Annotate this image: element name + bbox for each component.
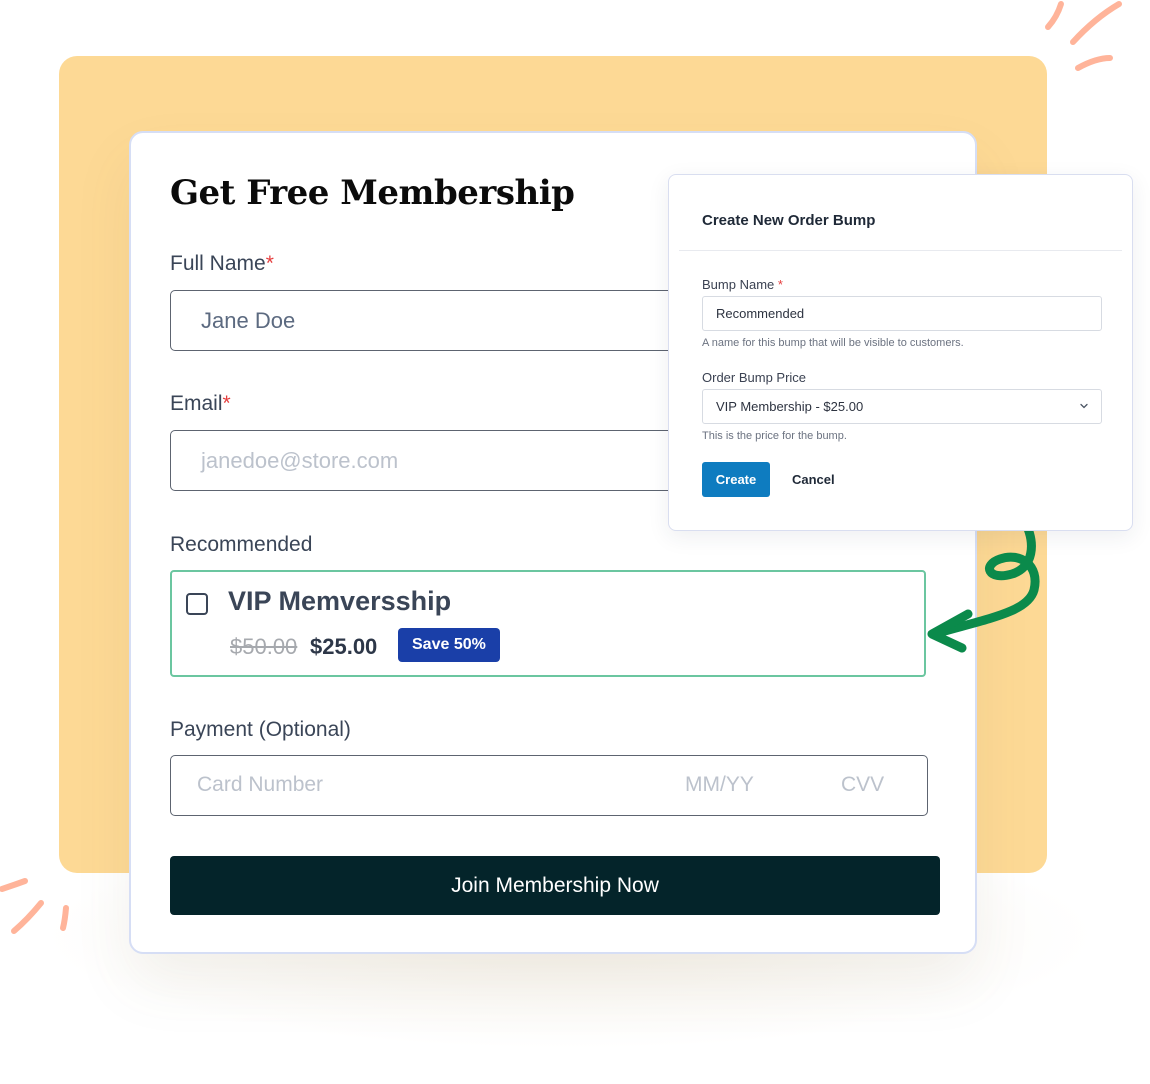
save-badge: Save 50% bbox=[398, 628, 500, 662]
email-placeholder: janedoe@store.com bbox=[201, 447, 399, 473]
required-asterisk: * bbox=[265, 252, 274, 275]
bump-product-name: VIP Memversship bbox=[228, 586, 452, 616]
bump-name-input[interactable]: Recommended bbox=[702, 296, 1102, 331]
email-input[interactable]: janedoe@store.com bbox=[170, 430, 730, 491]
curly-arrow bbox=[927, 513, 1040, 653]
order-bump-checkbox[interactable] bbox=[186, 593, 208, 615]
arrow-stroke bbox=[929, 513, 1040, 639]
bump-name-label: Bump Name * bbox=[702, 277, 783, 292]
page-title: Get Free Membership bbox=[170, 173, 575, 213]
sparkle-stroke bbox=[0, 878, 28, 892]
sparkle-doodle-bottom-left bbox=[0, 878, 69, 934]
full-name-label-text: Full Name bbox=[170, 252, 266, 275]
modal-title: Create New Order Bump bbox=[702, 212, 876, 229]
sparkle-stroke bbox=[1045, 1, 1064, 30]
email-label: Email* bbox=[170, 392, 231, 416]
discounted-price: $25.00 bbox=[310, 634, 378, 659]
modal-divider bbox=[679, 250, 1122, 251]
cvv-placeholder[interactable]: CVV bbox=[841, 773, 884, 797]
full-name-value: Jane Doe bbox=[201, 307, 296, 333]
bump-name-value: Recommended bbox=[716, 306, 805, 321]
full-name-input[interactable]: Jane Doe bbox=[170, 290, 730, 351]
cancel-button[interactable]: Cancel bbox=[792, 462, 835, 497]
required-asterisk: * bbox=[777, 277, 783, 292]
join-membership-button[interactable]: Join Membership Now bbox=[170, 856, 940, 915]
chevron-down-icon bbox=[1080, 403, 1088, 409]
recommended-label: Recommended bbox=[170, 533, 313, 556]
bump-price-help: This is the price for the bump. bbox=[702, 430, 847, 442]
email-label-text: Email bbox=[170, 392, 223, 415]
sparkle-doodle-top-right bbox=[1045, 1, 1122, 71]
payment-label: Payment (Optional) bbox=[170, 718, 351, 741]
expiry-placeholder[interactable]: MM/YY bbox=[685, 773, 754, 797]
card-number-placeholder[interactable]: Card Number bbox=[197, 773, 323, 797]
bump-name-label-text: Bump Name bbox=[702, 277, 775, 292]
bump-price-selected: VIP Membership - $25.00 bbox=[716, 399, 864, 414]
create-button[interactable]: Create bbox=[702, 462, 770, 497]
payment-card-input[interactable]: Card Number MM/YY CVV bbox=[170, 755, 928, 816]
sparkle-stroke bbox=[1070, 1, 1122, 45]
full-name-label: Full Name* bbox=[170, 252, 274, 276]
required-asterisk: * bbox=[222, 392, 231, 415]
original-price: $50.00 bbox=[230, 634, 298, 659]
sparkle-stroke bbox=[1075, 55, 1113, 71]
bump-price-label: Order Bump Price bbox=[702, 370, 807, 385]
sparkle-stroke bbox=[11, 900, 44, 934]
create-order-bump-modal: Create New Order Bump Bump Name * Recomm… bbox=[668, 174, 1133, 531]
bump-name-help: A name for this bump that will be visibl… bbox=[702, 337, 964, 349]
bump-price-select[interactable]: VIP Membership - $25.00 bbox=[702, 389, 1102, 424]
sparkle-stroke bbox=[60, 905, 69, 931]
order-bump-offer[interactable]: VIP Memversship $50.00 $25.00 Save 50% bbox=[170, 570, 926, 677]
